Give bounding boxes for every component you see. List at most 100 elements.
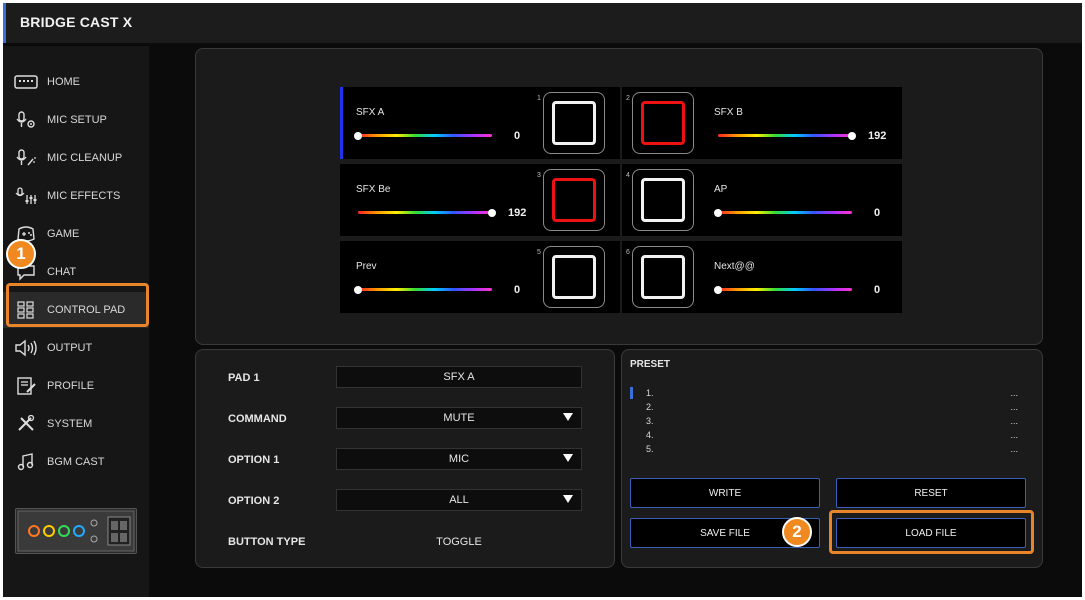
sidebar-item-label: PROFILE xyxy=(47,380,95,392)
pad-level-slider[interactable] xyxy=(718,134,852,137)
pad-button-light xyxy=(641,101,685,145)
preset-item[interactable]: 4.... xyxy=(646,430,1018,441)
pad-button-light xyxy=(641,178,685,222)
preset-item[interactable]: 3.... xyxy=(646,416,1018,427)
preset-number: 1. xyxy=(646,388,654,398)
slider-knob[interactable] xyxy=(714,286,722,294)
tools-icon xyxy=(13,413,39,435)
app-title: BRIDGE CAST X xyxy=(20,14,133,30)
pad-properties-panel: PAD 1 SFX A COMMAND MUTE OPTION 1 MIC OP… xyxy=(195,349,615,568)
slider-knob[interactable] xyxy=(354,132,362,140)
pad-button[interactable] xyxy=(632,169,694,231)
preset-value: ... xyxy=(1010,430,1018,440)
sidebar-item-bgm-cast[interactable]: BGM CAST xyxy=(3,444,149,480)
dropdown-arrow-icon xyxy=(563,413,573,421)
pad-level-value: 192 xyxy=(508,207,527,219)
option1-label: OPTION 1 xyxy=(228,454,280,466)
slider-knob[interactable] xyxy=(488,209,496,217)
pad-name-value: SFX A xyxy=(443,371,475,383)
pad-button-light xyxy=(641,255,685,299)
write-button[interactable]: WRITE xyxy=(630,478,820,508)
slider-knob[interactable] xyxy=(714,209,722,217)
command-select[interactable]: MUTE xyxy=(336,407,582,429)
pad-level-value: 0 xyxy=(514,284,521,296)
pad-level-slider[interactable] xyxy=(358,288,492,291)
pad-1[interactable]: SFX A 0 1 xyxy=(340,87,620,159)
pad-number: 2 xyxy=(626,95,630,102)
sidebar-item-label: MIC EFFECTS xyxy=(47,190,121,202)
preset-number: 3. xyxy=(646,416,654,426)
speaker-icon xyxy=(13,337,39,359)
preset-number: 2. xyxy=(646,402,654,412)
dropdown-arrow-icon xyxy=(563,454,573,462)
option2-value: ALL xyxy=(449,494,469,506)
preset-item[interactable]: 2.... xyxy=(646,402,1018,413)
pad-name: AP xyxy=(714,184,728,195)
sidebar-item-label: HOME xyxy=(47,76,80,88)
reset-button[interactable]: RESET xyxy=(836,478,1026,508)
button-type-value: TOGGLE xyxy=(436,536,482,548)
pad-button[interactable] xyxy=(543,92,605,154)
preset-value: ... xyxy=(1010,416,1018,426)
pad-level-slider[interactable] xyxy=(718,211,852,214)
option1-value: MIC xyxy=(448,453,470,465)
option1-select[interactable]: MIC xyxy=(336,448,582,470)
mic-sparkle-icon xyxy=(13,147,39,169)
pad-number: 5 xyxy=(537,249,541,256)
sidebar-item-mic-cleanup[interactable]: MIC CLEANUP xyxy=(3,140,149,176)
preset-item[interactable]: 5.... xyxy=(646,444,1018,455)
callout-highlight-load-file xyxy=(829,510,1034,554)
pad-button-light xyxy=(552,101,596,145)
pad-name-field[interactable]: SFX A xyxy=(336,366,582,388)
pad-level-slider[interactable] xyxy=(358,211,492,214)
mic-sliders-icon xyxy=(13,185,39,207)
keyboard-icon xyxy=(13,71,39,93)
sidebar-item-label: BGM CAST xyxy=(47,456,105,468)
command-label: COMMAND xyxy=(228,413,287,425)
pad-3[interactable]: SFX Be 192 3 xyxy=(340,164,620,236)
pad-4[interactable]: 4 AP 0 xyxy=(622,164,902,236)
pad-6[interactable]: 6 Next@@ 0 xyxy=(622,241,902,313)
pad-number: 6 xyxy=(626,249,630,256)
sidebar-item-mic-setup[interactable]: MIC SETUP xyxy=(3,102,149,138)
pad-5[interactable]: Prev 0 5 xyxy=(340,241,620,313)
sidebar-item-label: MIC CLEANUP xyxy=(47,152,123,164)
pad-button-light xyxy=(552,255,596,299)
pad-level-value: 0 xyxy=(874,207,881,219)
sidebar-item-label: MIC SETUP xyxy=(47,114,107,126)
sidebar-item-output[interactable]: OUTPUT xyxy=(3,330,149,366)
pad-label: PAD 1 xyxy=(228,372,260,384)
sidebar-item-label: OUTPUT xyxy=(47,342,93,354)
preset-number: 5. xyxy=(646,444,654,454)
profile-edit-icon xyxy=(13,375,39,397)
pad-name: Next@@ xyxy=(714,261,755,272)
button-type-label: BUTTON TYPE xyxy=(228,536,306,548)
pad-number: 1 xyxy=(537,95,541,102)
pad-button[interactable] xyxy=(543,169,605,231)
sidebar-item-mic-effects[interactable]: MIC EFFECTS xyxy=(3,178,149,214)
pad-button[interactable] xyxy=(543,246,605,308)
pad-button[interactable] xyxy=(632,92,694,154)
sidebar-item-label: GAME xyxy=(47,228,80,240)
callout-badge-2: 2 xyxy=(782,517,812,547)
option2-select[interactable]: ALL xyxy=(336,489,582,511)
sidebar-item-home[interactable]: HOME xyxy=(3,64,149,100)
pad-level-slider[interactable] xyxy=(358,134,492,137)
pad-number: 3 xyxy=(537,172,541,179)
sidebar-item-profile[interactable]: PROFILE xyxy=(3,368,149,404)
pad-level-value: 192 xyxy=(868,130,887,142)
pad-level-slider[interactable] xyxy=(718,288,852,291)
preset-value: ... xyxy=(1010,388,1018,398)
pad-2[interactable]: 2 SFX B 192 xyxy=(622,87,902,159)
sidebar-item-system[interactable]: SYSTEM xyxy=(3,406,149,442)
control-pad-panel: SFX A 0 1 2 SFX B 192 SFX Be 192 3 4 AP … xyxy=(195,48,1043,345)
preset-item[interactable]: 1.... xyxy=(646,388,1018,399)
slider-knob[interactable] xyxy=(354,286,362,294)
slider-knob[interactable] xyxy=(848,132,856,140)
dropdown-arrow-icon xyxy=(563,495,573,503)
preset-value: ... xyxy=(1010,402,1018,412)
pad-button[interactable] xyxy=(632,246,694,308)
option2-label: OPTION 2 xyxy=(228,495,280,507)
app-window: BRIDGE CAST X HOME MIC SETUP MIC CLEANUP xyxy=(3,3,1082,597)
preset-selected-indicator xyxy=(630,387,633,399)
